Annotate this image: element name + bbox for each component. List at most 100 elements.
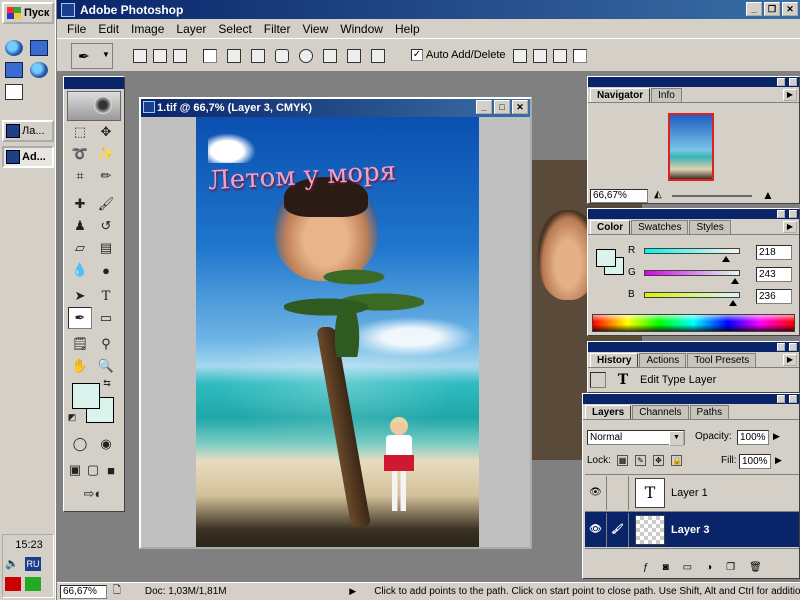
move-tool-icon[interactable]: ✥: [94, 121, 118, 143]
menu-select[interactable]: Select: [212, 22, 257, 36]
menu-layer[interactable]: Layer: [170, 22, 212, 36]
zoom-out-icon[interactable]: ◭: [654, 189, 662, 200]
history-brush-icon[interactable]: ↺: [94, 215, 118, 237]
start-button[interactable]: Пуск: [2, 2, 54, 24]
palette-titlebar[interactable]: [583, 394, 799, 404]
shape-layers-icon[interactable]: [133, 49, 147, 63]
tab-actions[interactable]: Actions: [639, 353, 687, 367]
marquee-tool-icon[interactable]: ⬚: [68, 121, 92, 143]
ellipse-icon[interactable]: [299, 49, 313, 63]
clock[interactable]: 15:23: [3, 539, 55, 551]
standard-screen-icon[interactable]: ▣: [66, 459, 84, 481]
close-button[interactable]: ✕: [782, 2, 798, 16]
photoshop-eye-logo[interactable]: [67, 91, 121, 121]
doc-minimize-button[interactable]: _: [476, 100, 492, 114]
beach-photo[interactable]: Летом у моря: [196, 117, 479, 547]
add-to-shape-icon[interactable]: [513, 49, 527, 63]
notepad-icon[interactable]: [5, 84, 23, 100]
palette-menu-icon[interactable]: ▶: [783, 221, 797, 233]
new-layer-icon[interactable]: ❐: [726, 562, 735, 573]
outlook-icon[interactable]: [5, 62, 23, 78]
opacity-field[interactable]: 100%: [737, 430, 769, 445]
fill-slider-arrow-icon[interactable]: ▶: [775, 455, 782, 466]
menu-view[interactable]: View: [296, 22, 334, 36]
palette-minimize-button[interactable]: [777, 395, 785, 403]
fill-pixels-icon[interactable]: [173, 49, 187, 63]
subtract-shape-icon[interactable]: [533, 49, 547, 63]
intersect-shape-icon[interactable]: [553, 49, 567, 63]
custom-shape-icon[interactable]: [371, 49, 385, 63]
tab-history[interactable]: History: [590, 353, 639, 367]
layer-name[interactable]: Layer 3: [671, 524, 710, 536]
pen-tool-icon[interactable]: [203, 49, 217, 63]
path-select-icon[interactable]: ➤: [68, 285, 92, 307]
dodge-tool-icon[interactable]: ●: [94, 259, 118, 281]
minimize-button[interactable]: _: [746, 2, 762, 16]
palette-menu-icon[interactable]: ▶: [783, 354, 797, 366]
internet-explorer-icon[interactable]: [5, 40, 23, 56]
opacity-slider-arrow-icon[interactable]: ▶: [773, 431, 780, 442]
lock-position-icon[interactable]: ✥: [653, 455, 664, 466]
adjustment-layer-icon[interactable]: ◑: [706, 562, 712, 573]
layer-name[interactable]: Layer 1: [671, 487, 708, 499]
magic-wand-icon[interactable]: ✨: [94, 143, 118, 165]
exclude-shape-icon[interactable]: [573, 49, 587, 63]
zoom-tool-icon[interactable]: 🔍: [94, 355, 118, 377]
tab-paths[interactable]: Paths: [689, 405, 730, 419]
notes-tool-icon[interactable]: 🗒: [68, 333, 92, 355]
document-window[interactable]: 1.tif @ 66,7% (Layer 3, CMYK) _ □ ✕ Лето…: [139, 97, 532, 549]
palette-menu-icon[interactable]: ▶: [783, 89, 797, 101]
red-value-field[interactable]: 218: [756, 245, 792, 260]
healing-brush-icon[interactable]: ✚: [68, 193, 92, 215]
history-brush-source[interactable]: [590, 372, 606, 388]
status-zoom-field[interactable]: 66,67%: [60, 584, 107, 599]
blue-slider[interactable]: B 236: [628, 289, 798, 309]
network-icon[interactable]: [25, 577, 41, 591]
task-button-1[interactable]: Ла...: [2, 120, 54, 142]
shape-tool-icon[interactable]: ▭: [94, 307, 118, 329]
palette-minimize-button[interactable]: [777, 210, 785, 218]
paintbrush-icon[interactable]: 🖌: [607, 512, 629, 547]
new-set-icon[interactable]: ▭: [683, 562, 692, 573]
auto-add-delete-option[interactable]: ✓ Auto Add/Delete: [411, 49, 506, 61]
eyedropper-icon[interactable]: ⚲: [94, 333, 118, 355]
palette-close-button[interactable]: [789, 210, 797, 218]
tab-layers[interactable]: Layers: [585, 405, 632, 419]
tab-channels[interactable]: Channels: [632, 405, 689, 419]
palette-close-button[interactable]: [789, 343, 797, 351]
red-gradient-bar[interactable]: [644, 248, 740, 254]
tab-color[interactable]: Color: [590, 220, 631, 234]
history-state[interactable]: T Edit Type Layer: [590, 371, 782, 389]
tab-tool-presets[interactable]: Tool Presets: [687, 353, 757, 367]
palette-close-button[interactable]: [789, 78, 797, 86]
menu-edit[interactable]: Edit: [92, 22, 125, 36]
lock-image-icon[interactable]: ✎: [635, 455, 646, 466]
add-mask-icon[interactable]: ◙: [663, 562, 669, 573]
navigator-zoom-slider[interactable]: [672, 195, 752, 197]
desktop-icon[interactable]: [30, 40, 48, 56]
polygon-icon[interactable]: [323, 49, 337, 63]
layer-row-layer-3[interactable]: 👁 🖌 Layer 3: [585, 511, 799, 547]
blur-tool-icon[interactable]: 💧: [68, 259, 92, 281]
speaker-icon[interactable]: 🔈: [5, 557, 21, 571]
line-icon[interactable]: [347, 49, 361, 63]
foreground-color-swatch[interactable]: [72, 383, 100, 409]
blend-mode-select[interactable]: Normal: [587, 430, 685, 446]
palette-minimize-button[interactable]: [777, 343, 785, 351]
default-colors-icon[interactable]: ◩: [66, 411, 78, 423]
visibility-eye-icon[interactable]: 👁: [585, 512, 607, 547]
doc-close-button[interactable]: ✕: [512, 100, 528, 114]
lasso-tool-icon[interactable]: ➰: [68, 143, 92, 165]
green-slider[interactable]: G 243: [628, 267, 798, 287]
brush-tool-icon[interactable]: 🖌: [94, 193, 118, 215]
slice-tool-icon[interactable]: ✏: [94, 165, 118, 187]
hand-tool-icon[interactable]: ✋: [68, 355, 92, 377]
blue-slider-handle[interactable]: [728, 300, 737, 306]
blue-gradient-bar[interactable]: [644, 292, 740, 298]
crop-tool-icon[interactable]: ⌗: [68, 165, 92, 187]
ati-icon[interactable]: [5, 577, 21, 591]
auto-add-checkbox[interactable]: ✓: [411, 49, 423, 61]
red-slider-handle[interactable]: [722, 256, 731, 262]
gradient-tool-icon[interactable]: ▤: [94, 237, 118, 259]
rectangle-icon[interactable]: [251, 49, 265, 63]
